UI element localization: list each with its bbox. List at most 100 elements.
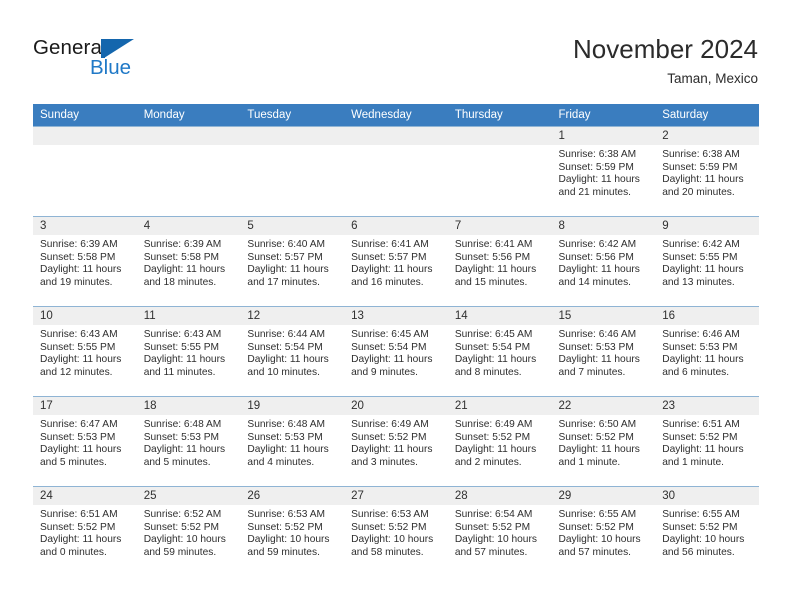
daylight-text: Daylight: 11 hours and 3 minutes. bbox=[351, 444, 433, 468]
daylight-text: Daylight: 11 hours and 15 minutes. bbox=[454, 264, 537, 288]
calendar-day-cell-empty bbox=[136, 126, 241, 217]
daylight-text: Daylight: 10 hours and 58 minutes. bbox=[351, 534, 434, 558]
day-sun-info: Sunrise: 6:40 AM Sunset: 5:57 PM Daylight:… bbox=[240, 235, 344, 289]
calendar-day-cell[interactable]: 6 Sunrise: 6:41 AM Sunset: 5:57 PM Daylight… bbox=[344, 216, 448, 307]
day-number: 26 bbox=[240, 487, 345, 505]
daylight-text: Daylight: 11 hours and 5 minutes. bbox=[40, 444, 122, 468]
day-sun-info: Sunrise: 6:52 AM Sunset: 5:52 PM Daylight:… bbox=[137, 505, 241, 559]
sunset-text: Sunset: 5:52 PM bbox=[662, 431, 738, 443]
sunrise-text: Sunrise: 6:46 AM bbox=[662, 329, 740, 340]
sunrise-text: Sunrise: 6:42 AM bbox=[662, 239, 740, 250]
sunset-text: Sunset: 5:57 PM bbox=[247, 251, 323, 263]
calendar-day-cell[interactable]: 14 Sunrise: 6:45 AM Sunset: 5:54 PM Dayligh… bbox=[447, 306, 552, 397]
daylight-text: Daylight: 11 hours and 13 minutes. bbox=[662, 264, 744, 288]
calendar-day-cell[interactable]: 11 Sunrise: 6:43 AM Sunset: 5:55 PM Dayligh… bbox=[136, 306, 241, 397]
daylight-text: Daylight: 11 hours and 16 minutes. bbox=[351, 264, 433, 288]
day-sun-info: Sunrise: 6:48 AM Sunset: 5:53 PM Daylight:… bbox=[240, 415, 344, 469]
calendar-day-cell[interactable]: 30 Sunrise: 6:55 AM Sunset: 5:52 PM Dayligh… bbox=[655, 486, 759, 577]
sunrise-text: Sunrise: 6:55 AM bbox=[662, 509, 740, 520]
calendar-day-cell[interactable]: 5 Sunrise: 6:40 AM Sunset: 5:57 PM Daylight… bbox=[240, 216, 345, 307]
calendar-day-cell[interactable]: 12 Sunrise: 6:44 AM Sunset: 5:54 PM Dayligh… bbox=[240, 306, 345, 397]
sunset-text: Sunset: 5:52 PM bbox=[558, 521, 634, 533]
day-sun-info: Sunrise: 6:39 AM Sunset: 5:58 PM Daylight:… bbox=[137, 235, 241, 289]
calendar-day-cell[interactable]: 28 Sunrise: 6:54 AM Sunset: 5:52 PM Dayligh… bbox=[447, 486, 552, 577]
calendar-day-cell[interactable]: 16 Sunrise: 6:46 AM Sunset: 5:53 PM Dayligh… bbox=[655, 306, 759, 397]
sunset-text: Sunset: 5:56 PM bbox=[454, 251, 531, 263]
day-number: 17 bbox=[33, 397, 137, 415]
calendar-day-cell[interactable]: 8 Sunrise: 6:42 AM Sunset: 5:56 PM Daylight… bbox=[551, 216, 656, 307]
calendar-day-cell[interactable]: 15 Sunrise: 6:46 AM Sunset: 5:53 PM Dayligh… bbox=[551, 306, 656, 397]
calendar-day-cell[interactable]: 29 Sunrise: 6:55 AM Sunset: 5:52 PM Dayligh… bbox=[551, 486, 656, 577]
day-number: 20 bbox=[344, 397, 448, 415]
weekday-header-monday: Monday bbox=[136, 104, 241, 127]
page-header: General Blue November 2024 Taman, Mexico bbox=[0, 0, 792, 104]
day-number bbox=[344, 127, 448, 145]
day-sun-info: Sunrise: 6:43 AM Sunset: 5:55 PM Daylight:… bbox=[137, 325, 241, 379]
calendar-day-cell[interactable]: 7 Sunrise: 6:41 AM Sunset: 5:56 PM Daylight… bbox=[447, 216, 552, 307]
calendar-day-cell[interactable]: 13 Sunrise: 6:45 AM Sunset: 5:54 PM Dayligh… bbox=[344, 306, 448, 397]
day-sun-info: Sunrise: 6:39 AM Sunset: 5:58 PM Daylight:… bbox=[33, 235, 137, 289]
sunset-text: Sunset: 5:52 PM bbox=[247, 521, 323, 533]
sunrise-text: Sunrise: 6:48 AM bbox=[143, 419, 222, 430]
daylight-text: Daylight: 10 hours and 57 minutes. bbox=[454, 534, 537, 558]
sunrise-text: Sunrise: 6:43 AM bbox=[143, 329, 222, 340]
calendar-day-cell-empty bbox=[240, 126, 345, 217]
daylight-text: Daylight: 11 hours and 7 minutes. bbox=[558, 354, 640, 378]
daylight-text: Daylight: 11 hours and 1 minute. bbox=[558, 444, 640, 468]
day-number: 5 bbox=[240, 217, 345, 235]
sunset-text: Sunset: 5:53 PM bbox=[40, 431, 116, 443]
calendar-day-cell[interactable]: 3 Sunrise: 6:39 AM Sunset: 5:58 PM Daylight… bbox=[33, 216, 137, 307]
sunrise-text: Sunrise: 6:43 AM bbox=[40, 329, 118, 340]
sunrise-text: Sunrise: 6:39 AM bbox=[40, 239, 118, 250]
calendar-day-cell[interactable]: 10 Sunrise: 6:43 AM Sunset: 5:55 PM Dayligh… bbox=[33, 306, 137, 397]
weekday-header-friday: Friday bbox=[551, 104, 656, 127]
daylight-text: Daylight: 11 hours and 20 minutes. bbox=[662, 174, 744, 198]
calendar-header-row: Sunday Monday Tuesday Wednesday Thursday Frid… bbox=[33, 104, 759, 127]
daylight-text: Daylight: 11 hours and 9 minutes. bbox=[351, 354, 433, 378]
calendar-day-cell[interactable]: 19 Sunrise: 6:48 AM Sunset: 5:53 PM Dayligh… bbox=[240, 396, 345, 487]
sunset-text: Sunset: 5:52 PM bbox=[351, 521, 427, 533]
daylight-text: Daylight: 11 hours and 1 minute. bbox=[662, 444, 744, 468]
calendar-day-cell[interactable]: 25 Sunrise: 6:52 AM Sunset: 5:52 PM Dayligh… bbox=[136, 486, 241, 577]
calendar-day-cell[interactable]: 22 Sunrise: 6:50 AM Sunset: 5:52 PM Dayligh… bbox=[551, 396, 656, 487]
day-number: 2 bbox=[655, 127, 759, 145]
weekday-header-saturday: Saturday bbox=[655, 104, 759, 127]
calendar-day-cell[interactable]: 2 Sunrise: 6:38 AM Sunset: 5:59 PM Daylight… bbox=[655, 126, 759, 217]
day-sun-info: Sunrise: 6:50 AM Sunset: 5:52 PM Daylight:… bbox=[552, 415, 656, 469]
sunrise-text: Sunrise: 6:45 AM bbox=[351, 329, 429, 340]
calendar-day-cell[interactable]: 9 Sunrise: 6:42 AM Sunset: 5:55 PM Daylight… bbox=[655, 216, 759, 307]
calendar-day-cell[interactable]: 18 Sunrise: 6:48 AM Sunset: 5:53 PM Dayligh… bbox=[136, 396, 241, 487]
day-number: 21 bbox=[447, 397, 552, 415]
calendar-day-cell[interactable]: 4 Sunrise: 6:39 AM Sunset: 5:58 PM Daylight… bbox=[136, 216, 241, 307]
day-number: 19 bbox=[240, 397, 345, 415]
calendar-day-cell[interactable]: 17 Sunrise: 6:47 AM Sunset: 5:53 PM Dayligh… bbox=[33, 396, 137, 487]
daylight-text: Daylight: 11 hours and 0 minutes. bbox=[40, 534, 122, 558]
weekday-header-sunday: Sunday bbox=[33, 104, 137, 127]
day-sun-info: Sunrise: 6:45 AM Sunset: 5:54 PM Daylight:… bbox=[448, 325, 552, 379]
weekday-header-wednesday: Wednesday bbox=[344, 104, 448, 127]
day-sun-info: Sunrise: 6:53 AM Sunset: 5:52 PM Daylight:… bbox=[344, 505, 448, 559]
calendar-day-cell[interactable]: 21 Sunrise: 6:49 AM Sunset: 5:52 PM Dayligh… bbox=[447, 396, 552, 487]
day-number: 25 bbox=[136, 487, 241, 505]
calendar-day-cell[interactable]: 23 Sunrise: 6:51 AM Sunset: 5:52 PM Dayligh… bbox=[655, 396, 759, 487]
calendar-day-cell[interactable]: 24 Sunrise: 6:51 AM Sunset: 5:52 PM Dayligh… bbox=[33, 486, 137, 577]
calendar-day-cell[interactable]: 27 Sunrise: 6:53 AM Sunset: 5:52 PM Dayligh… bbox=[344, 486, 448, 577]
sunset-text: Sunset: 5:54 PM bbox=[454, 341, 531, 353]
calendar-day-cell[interactable]: 1 Sunrise: 6:38 AM Sunset: 5:59 PM Daylight… bbox=[551, 126, 656, 217]
day-number: 9 bbox=[655, 217, 759, 235]
day-number: 15 bbox=[551, 307, 656, 325]
day-number: 18 bbox=[136, 397, 241, 415]
daylight-text: Daylight: 11 hours and 18 minutes. bbox=[143, 264, 226, 288]
calendar-day-cell[interactable]: 20 Sunrise: 6:49 AM Sunset: 5:52 PM Dayligh… bbox=[344, 396, 448, 487]
sunset-text: Sunset: 5:55 PM bbox=[143, 341, 220, 353]
daylight-text: Daylight: 11 hours and 5 minutes. bbox=[143, 444, 226, 468]
day-number: 22 bbox=[551, 397, 656, 415]
day-sun-info: Sunrise: 6:42 AM Sunset: 5:55 PM Daylight:… bbox=[655, 235, 759, 289]
calendar-body: 1 Sunrise: 6:38 AM Sunset: 5:59 PM Daylight… bbox=[33, 126, 759, 577]
general-blue-logo[interactable]: General Blue bbox=[33, 36, 173, 88]
day-number bbox=[136, 127, 241, 145]
calendar-day-cell[interactable]: 26 Sunrise: 6:53 AM Sunset: 5:52 PM Dayligh… bbox=[240, 486, 345, 577]
sunset-text: Sunset: 5:55 PM bbox=[40, 341, 116, 353]
sunset-text: Sunset: 5:53 PM bbox=[558, 341, 634, 353]
calendar-day-cell-empty bbox=[344, 126, 448, 217]
